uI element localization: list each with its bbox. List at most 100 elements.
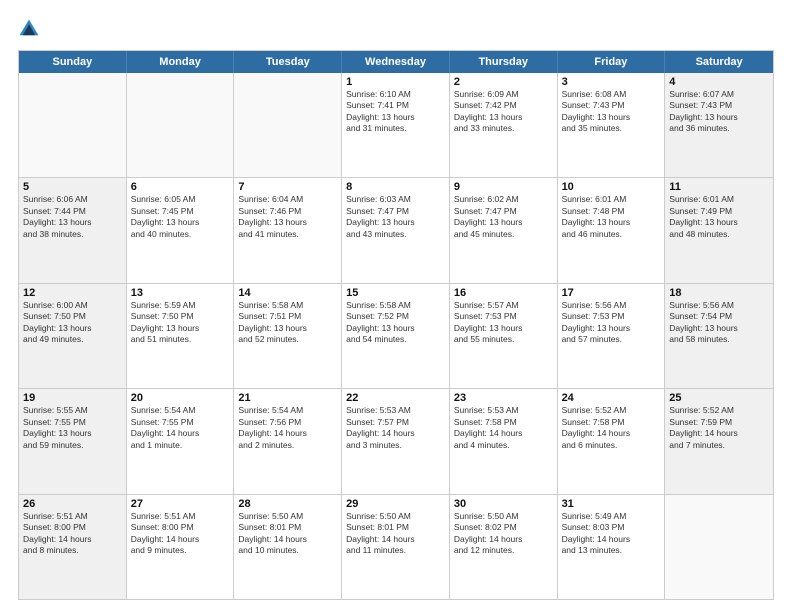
cell-info: Sunrise: 5:52 AM Sunset: 7:59 PM Dayligh… — [669, 405, 769, 451]
calendar-cell: 30Sunrise: 5:50 AM Sunset: 8:02 PM Dayli… — [450, 495, 558, 599]
calendar-cell: 7Sunrise: 6:04 AM Sunset: 7:46 PM Daylig… — [234, 178, 342, 282]
calendar-cell: 3Sunrise: 6:08 AM Sunset: 7:43 PM Daylig… — [558, 73, 666, 177]
day-number: 22 — [346, 392, 445, 404]
cell-info: Sunrise: 5:57 AM Sunset: 7:53 PM Dayligh… — [454, 300, 553, 346]
day-number: 11 — [669, 181, 769, 193]
day-number: 1 — [346, 76, 445, 88]
logo — [18, 18, 44, 40]
calendar-header: SundayMondayTuesdayWednesdayThursdayFrid… — [19, 51, 773, 73]
cell-info: Sunrise: 6:00 AM Sunset: 7:50 PM Dayligh… — [23, 300, 122, 346]
cell-info: Sunrise: 6:08 AM Sunset: 7:43 PM Dayligh… — [562, 89, 661, 135]
day-number: 14 — [238, 287, 337, 299]
calendar-cell: 9Sunrise: 6:02 AM Sunset: 7:47 PM Daylig… — [450, 178, 558, 282]
day-number: 3 — [562, 76, 661, 88]
calendar-cell: 11Sunrise: 6:01 AM Sunset: 7:49 PM Dayli… — [665, 178, 773, 282]
calendar-cell: 1Sunrise: 6:10 AM Sunset: 7:41 PM Daylig… — [342, 73, 450, 177]
day-number: 9 — [454, 181, 553, 193]
day-number: 28 — [238, 498, 337, 510]
cell-info: Sunrise: 5:53 AM Sunset: 7:57 PM Dayligh… — [346, 405, 445, 451]
day-number: 5 — [23, 181, 122, 193]
calendar-body: 1Sunrise: 6:10 AM Sunset: 7:41 PM Daylig… — [19, 73, 773, 599]
cell-info: Sunrise: 6:05 AM Sunset: 7:45 PM Dayligh… — [131, 194, 230, 240]
day-number: 16 — [454, 287, 553, 299]
day-number: 24 — [562, 392, 661, 404]
cell-info: Sunrise: 6:04 AM Sunset: 7:46 PM Dayligh… — [238, 194, 337, 240]
day-number: 25 — [669, 392, 769, 404]
day-number: 12 — [23, 287, 122, 299]
day-number: 7 — [238, 181, 337, 193]
calendar-cell: 28Sunrise: 5:50 AM Sunset: 8:01 PM Dayli… — [234, 495, 342, 599]
calendar-cell: 20Sunrise: 5:54 AM Sunset: 7:55 PM Dayli… — [127, 389, 235, 493]
calendar-cell: 16Sunrise: 5:57 AM Sunset: 7:53 PM Dayli… — [450, 284, 558, 388]
day-number: 4 — [669, 76, 769, 88]
logo-icon — [18, 18, 40, 40]
calendar-cell: 26Sunrise: 5:51 AM Sunset: 8:00 PM Dayli… — [19, 495, 127, 599]
calendar-cell — [665, 495, 773, 599]
day-number: 19 — [23, 392, 122, 404]
day-number: 13 — [131, 287, 230, 299]
cell-info: Sunrise: 6:01 AM Sunset: 7:48 PM Dayligh… — [562, 194, 661, 240]
cell-info: Sunrise: 5:51 AM Sunset: 8:00 PM Dayligh… — [23, 511, 122, 557]
calendar-cell — [127, 73, 235, 177]
cell-info: Sunrise: 5:54 AM Sunset: 7:56 PM Dayligh… — [238, 405, 337, 451]
day-number: 23 — [454, 392, 553, 404]
header-cell-tuesday: Tuesday — [234, 51, 342, 73]
calendar-cell: 17Sunrise: 5:56 AM Sunset: 7:53 PM Dayli… — [558, 284, 666, 388]
calendar-row: 26Sunrise: 5:51 AM Sunset: 8:00 PM Dayli… — [19, 494, 773, 599]
calendar-cell: 4Sunrise: 6:07 AM Sunset: 7:43 PM Daylig… — [665, 73, 773, 177]
calendar-cell: 19Sunrise: 5:55 AM Sunset: 7:55 PM Dayli… — [19, 389, 127, 493]
calendar-cell: 5Sunrise: 6:06 AM Sunset: 7:44 PM Daylig… — [19, 178, 127, 282]
calendar-cell: 14Sunrise: 5:58 AM Sunset: 7:51 PM Dayli… — [234, 284, 342, 388]
day-number: 30 — [454, 498, 553, 510]
cell-info: Sunrise: 5:56 AM Sunset: 7:54 PM Dayligh… — [669, 300, 769, 346]
header-cell-friday: Friday — [558, 51, 666, 73]
calendar-row: 12Sunrise: 6:00 AM Sunset: 7:50 PM Dayli… — [19, 283, 773, 388]
cell-info: Sunrise: 5:53 AM Sunset: 7:58 PM Dayligh… — [454, 405, 553, 451]
cell-info: Sunrise: 5:50 AM Sunset: 8:01 PM Dayligh… — [346, 511, 445, 557]
day-number: 31 — [562, 498, 661, 510]
cell-info: Sunrise: 5:55 AM Sunset: 7:55 PM Dayligh… — [23, 405, 122, 451]
header-cell-thursday: Thursday — [450, 51, 558, 73]
header-cell-wednesday: Wednesday — [342, 51, 450, 73]
cell-info: Sunrise: 5:50 AM Sunset: 8:02 PM Dayligh… — [454, 511, 553, 557]
calendar-cell: 23Sunrise: 5:53 AM Sunset: 7:58 PM Dayli… — [450, 389, 558, 493]
cell-info: Sunrise: 6:09 AM Sunset: 7:42 PM Dayligh… — [454, 89, 553, 135]
day-number: 20 — [131, 392, 230, 404]
calendar-cell — [234, 73, 342, 177]
day-number: 18 — [669, 287, 769, 299]
calendar-cell: 12Sunrise: 6:00 AM Sunset: 7:50 PM Dayli… — [19, 284, 127, 388]
cell-info: Sunrise: 6:03 AM Sunset: 7:47 PM Dayligh… — [346, 194, 445, 240]
day-number: 27 — [131, 498, 230, 510]
calendar-cell: 29Sunrise: 5:50 AM Sunset: 8:01 PM Dayli… — [342, 495, 450, 599]
cell-info: Sunrise: 5:56 AM Sunset: 7:53 PM Dayligh… — [562, 300, 661, 346]
cell-info: Sunrise: 6:02 AM Sunset: 7:47 PM Dayligh… — [454, 194, 553, 240]
cell-info: Sunrise: 5:59 AM Sunset: 7:50 PM Dayligh… — [131, 300, 230, 346]
cell-info: Sunrise: 5:50 AM Sunset: 8:01 PM Dayligh… — [238, 511, 337, 557]
calendar-cell: 21Sunrise: 5:54 AM Sunset: 7:56 PM Dayli… — [234, 389, 342, 493]
calendar: SundayMondayTuesdayWednesdayThursdayFrid… — [18, 50, 774, 600]
day-number: 6 — [131, 181, 230, 193]
calendar-cell: 13Sunrise: 5:59 AM Sunset: 7:50 PM Dayli… — [127, 284, 235, 388]
cell-info: Sunrise: 6:06 AM Sunset: 7:44 PM Dayligh… — [23, 194, 122, 240]
calendar-cell: 8Sunrise: 6:03 AM Sunset: 7:47 PM Daylig… — [342, 178, 450, 282]
calendar-cell: 2Sunrise: 6:09 AM Sunset: 7:42 PM Daylig… — [450, 73, 558, 177]
cell-info: Sunrise: 5:51 AM Sunset: 8:00 PM Dayligh… — [131, 511, 230, 557]
cell-info: Sunrise: 5:58 AM Sunset: 7:52 PM Dayligh… — [346, 300, 445, 346]
calendar-cell: 22Sunrise: 5:53 AM Sunset: 7:57 PM Dayli… — [342, 389, 450, 493]
calendar-cell: 6Sunrise: 6:05 AM Sunset: 7:45 PM Daylig… — [127, 178, 235, 282]
calendar-cell: 24Sunrise: 5:52 AM Sunset: 7:58 PM Dayli… — [558, 389, 666, 493]
cell-info: Sunrise: 6:10 AM Sunset: 7:41 PM Dayligh… — [346, 89, 445, 135]
calendar-cell: 25Sunrise: 5:52 AM Sunset: 7:59 PM Dayli… — [665, 389, 773, 493]
calendar-row: 1Sunrise: 6:10 AM Sunset: 7:41 PM Daylig… — [19, 73, 773, 177]
header-cell-saturday: Saturday — [665, 51, 773, 73]
calendar-row: 19Sunrise: 5:55 AM Sunset: 7:55 PM Dayli… — [19, 388, 773, 493]
day-number: 8 — [346, 181, 445, 193]
day-number: 21 — [238, 392, 337, 404]
cell-info: Sunrise: 5:52 AM Sunset: 7:58 PM Dayligh… — [562, 405, 661, 451]
cell-info: Sunrise: 5:54 AM Sunset: 7:55 PM Dayligh… — [131, 405, 230, 451]
day-number: 17 — [562, 287, 661, 299]
cell-info: Sunrise: 5:49 AM Sunset: 8:03 PM Dayligh… — [562, 511, 661, 557]
day-number: 2 — [454, 76, 553, 88]
header-cell-monday: Monday — [127, 51, 235, 73]
calendar-cell: 27Sunrise: 5:51 AM Sunset: 8:00 PM Dayli… — [127, 495, 235, 599]
